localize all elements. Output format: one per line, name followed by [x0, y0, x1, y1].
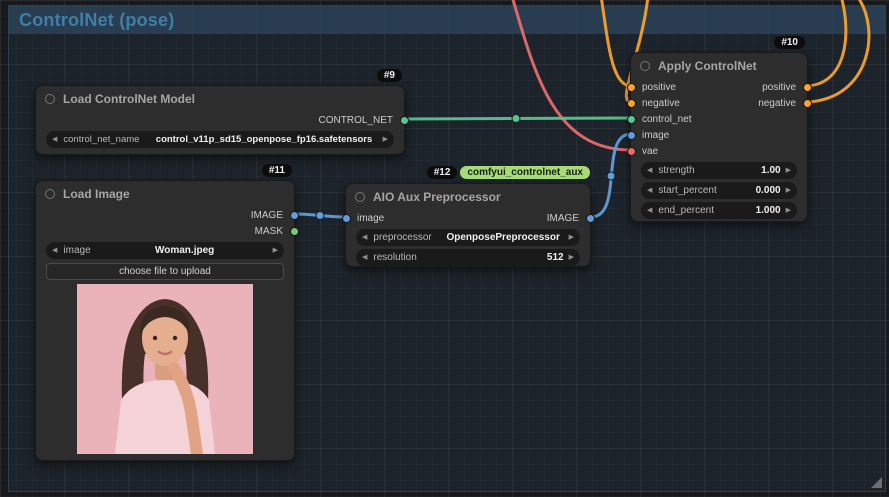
widget-label: strength	[658, 165, 695, 176]
arrow-right-icon[interactable]: ▶	[383, 136, 388, 143]
arrow-left-icon[interactable]: ◀	[647, 207, 652, 214]
slot-label: IMAGE	[546, 212, 579, 224]
slot-label: positive	[762, 81, 796, 93]
control-net-input-dot[interactable]	[626, 114, 636, 124]
negative-output-dot[interactable]	[802, 98, 812, 108]
arrow-left-icon[interactable]: ◀	[362, 234, 367, 241]
slot-label: image	[642, 129, 670, 141]
slot-label: IMAGE	[250, 209, 283, 221]
widget-strength[interactable]: ◀ strength 1.00 ▶	[641, 162, 797, 179]
widget-value: OpenposePreprocessor	[446, 232, 560, 243]
arrow-left-icon[interactable]: ◀	[647, 187, 652, 194]
slot-row-vae: vae	[626, 143, 807, 159]
node-apply-controlnet[interactable]: #10 Apply ControlNet positive positive n…	[626, 36, 812, 222]
node-title: Load Image	[63, 187, 130, 201]
node-header[interactable]: AIO Aux Preprocessor	[346, 184, 590, 210]
image-input-dot[interactable]	[341, 213, 351, 223]
widget-preprocessor[interactable]: ◀ preprocessor OpenposePreprocessor ▶	[356, 229, 580, 246]
node-title: AIO Aux Preprocessor	[373, 190, 501, 204]
arrow-right-icon[interactable]: ▶	[786, 167, 791, 174]
widget-value: 0.000	[755, 185, 781, 196]
slot-label: CONTROL_NET	[318, 114, 393, 126]
slot-label: vae	[642, 145, 659, 157]
widget-end-percent[interactable]: ◀ end_percent 1.000 ▶	[641, 202, 797, 219]
widget-value: 1.000	[755, 205, 781, 216]
arrow-right-icon[interactable]: ▶	[273, 247, 278, 254]
arrow-left-icon[interactable]: ◀	[52, 136, 57, 143]
node-id-badge: #9	[376, 69, 402, 82]
node-pack-badge: comfyui_controlnet_aux	[460, 166, 590, 179]
widget-image[interactable]: ◀ image Woman.jpeg ▶	[46, 242, 284, 259]
widget-label: control_net_name	[63, 134, 140, 145]
group-title: ControlNet (pose)	[19, 9, 175, 30]
node-header[interactable]: Load ControlNet Model	[36, 86, 404, 112]
slot-row-control-net: control_net	[626, 111, 807, 127]
widget-label: image	[63, 245, 91, 256]
node-header[interactable]: Load Image	[36, 181, 294, 207]
slot-row-image: image IMAGE	[341, 210, 595, 226]
control-net-output-dot[interactable]	[399, 115, 409, 125]
collapse-dot-icon[interactable]	[355, 192, 365, 202]
vae-input-dot[interactable]	[626, 146, 636, 156]
collapse-dot-icon[interactable]	[45, 189, 55, 199]
image-preview	[36, 284, 294, 454]
widget-control-net-name[interactable]: ◀ control_net_name control_v11p_sd15_ope…	[46, 131, 394, 148]
node-id-badge: #10	[774, 36, 805, 49]
node-aio-aux-preprocessor[interactable]: #12 comfyui_controlnet_aux AIO Aux Prepr…	[341, 166, 595, 267]
widget-resolution[interactable]: ◀ resolution 512 ▶	[356, 249, 580, 266]
arrow-left-icon[interactable]: ◀	[362, 254, 367, 261]
slot-label: negative	[642, 97, 680, 109]
slot-label: control_net	[642, 113, 692, 125]
widget-value: Woman.jpeg	[154, 245, 215, 256]
slot-label: negative	[758, 97, 796, 109]
node-header[interactable]: Apply ControlNet	[631, 53, 807, 79]
node-id-badge: #11	[261, 164, 292, 177]
image-output-dot[interactable]	[585, 213, 595, 223]
collapse-dot-icon[interactable]	[45, 94, 55, 104]
group-resize-handle[interactable]	[871, 477, 882, 488]
node-id-badge: #12	[426, 166, 458, 179]
output-slot-mask: MASK	[36, 223, 299, 239]
widget-value: 1.00	[761, 165, 781, 176]
node-title: Load ControlNet Model	[63, 92, 195, 106]
mask-output-dot[interactable]	[289, 226, 299, 236]
woman-photo	[77, 284, 253, 454]
output-slot-image: IMAGE	[36, 207, 299, 223]
positive-output-dot[interactable]	[802, 82, 812, 92]
group-header[interactable]: ControlNet (pose)	[9, 6, 885, 34]
node-title: Apply ControlNet	[658, 59, 757, 73]
slot-row-positive: positive positive	[626, 79, 812, 95]
arrow-left-icon[interactable]: ◀	[52, 247, 57, 254]
node-id-badge-combo: #12 comfyui_controlnet_aux	[426, 166, 590, 179]
widget-label: start_percent	[658, 185, 717, 196]
slot-label: positive	[642, 81, 676, 93]
node-load-controlnet-model[interactable]: #9 Load ControlNet Model CONTROL_NET ◀ c…	[35, 69, 409, 155]
arrow-left-icon[interactable]: ◀	[647, 167, 652, 174]
image-input-dot[interactable]	[626, 130, 636, 140]
slot-label: image	[357, 212, 385, 224]
positive-input-dot[interactable]	[626, 82, 636, 92]
arrow-right-icon[interactable]: ▶	[569, 254, 574, 261]
choose-file-button[interactable]: choose file to upload	[46, 263, 284, 280]
collapse-dot-icon[interactable]	[640, 61, 650, 71]
output-slot-control-net: CONTROL_NET	[36, 112, 409, 128]
node-load-image[interactable]: #11 Load Image IMAGE MASK ◀ image Woman.…	[35, 164, 299, 461]
widget-label: end_percent	[658, 205, 714, 216]
image-output-dot[interactable]	[289, 210, 299, 220]
widget-label: resolution	[373, 252, 417, 263]
widget-label: preprocessor	[373, 232, 432, 243]
arrow-right-icon[interactable]: ▶	[786, 187, 791, 194]
widget-value: control_v11p_sd15_openpose_fp16.safetens…	[155, 134, 373, 145]
arrow-right-icon[interactable]: ▶	[569, 234, 574, 241]
slot-label: MASK	[254, 225, 283, 237]
widget-value: 512	[546, 252, 564, 263]
arrow-right-icon[interactable]: ▶	[786, 207, 791, 214]
node-graph-canvas[interactable]: ControlNet (pose) #9 Load ControlNet Mod…	[0, 0, 889, 497]
slot-row-image: image	[626, 127, 807, 143]
negative-input-dot[interactable]	[626, 98, 636, 108]
widget-start-percent[interactable]: ◀ start_percent 0.000 ▶	[641, 182, 797, 199]
slot-row-negative: negative negative	[626, 95, 812, 111]
